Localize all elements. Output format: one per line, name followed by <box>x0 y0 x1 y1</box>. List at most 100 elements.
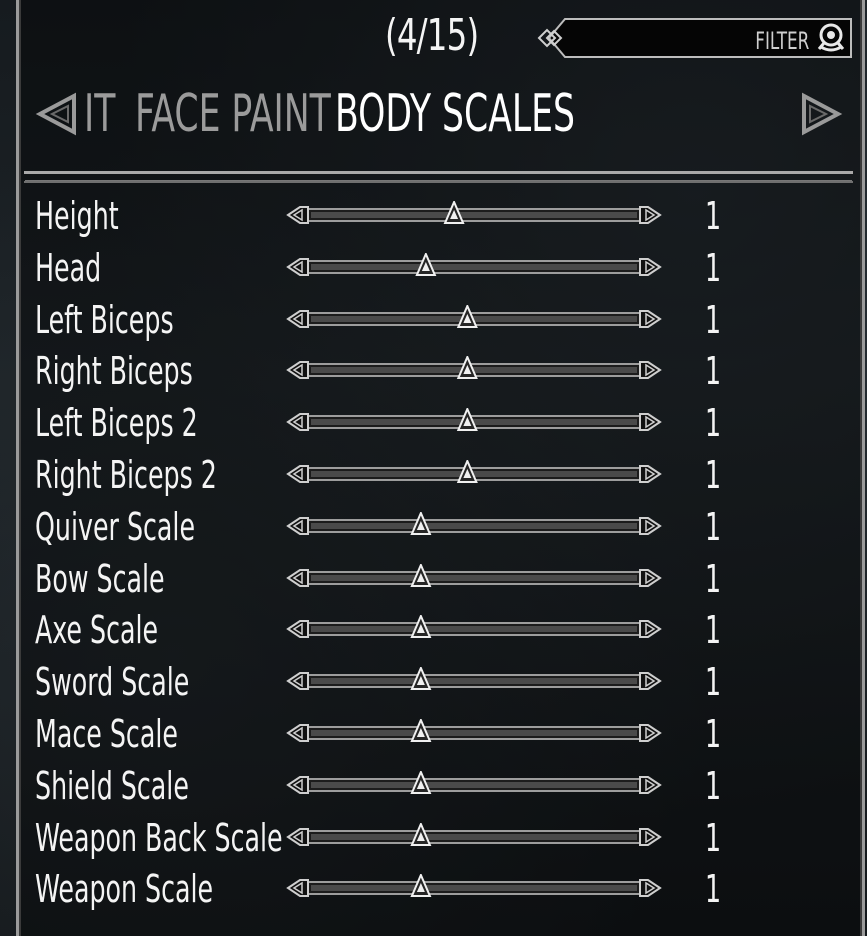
page-counter: (4/15) <box>385 10 479 61</box>
tab-body-scales[interactable]: BODY SCALES <box>335 84 575 144</box>
category-tabs: IT FACE PAINT BODY SCALES <box>32 84 852 146</box>
slider-track[interactable] <box>286 408 662 438</box>
slider-label: Axe Scale <box>35 608 159 653</box>
slider-value: 1 <box>705 815 722 860</box>
slider-label: Right Biceps <box>35 349 193 394</box>
slider-row: Weapon Scale 1 <box>0 863 867 915</box>
slider-label: Shield Scale <box>35 763 189 808</box>
slider-row: Head 1 <box>0 242 867 294</box>
slider-track[interactable] <box>286 460 662 490</box>
header-divider-secondary <box>24 181 853 183</box>
decrease-arrow-icon[interactable] <box>286 465 309 483</box>
decrease-arrow-icon[interactable] <box>286 206 309 224</box>
decrease-arrow-icon[interactable] <box>286 257 309 276</box>
slider-bar-inner <box>311 781 637 788</box>
decrease-arrow-icon[interactable] <box>286 724 309 742</box>
increase-arrow-icon[interactable] <box>639 309 662 328</box>
decrease-arrow-icon[interactable] <box>286 361 309 380</box>
slider-label: Bow Scale <box>35 556 165 601</box>
increase-arrow-icon[interactable] <box>639 775 662 794</box>
decrease-arrow-icon[interactable] <box>286 620 309 639</box>
header-divider <box>24 171 853 174</box>
slider-value: 1 <box>705 245 722 290</box>
slider-label: Weapon Scale <box>35 867 214 912</box>
increase-arrow-icon[interactable] <box>639 465 662 483</box>
decrease-arrow-icon[interactable] <box>286 413 309 432</box>
increase-arrow-icon[interactable] <box>639 413 662 432</box>
slider-track[interactable] <box>286 770 662 801</box>
slider-bar-inner <box>311 833 637 840</box>
slider-label: Height <box>35 194 119 238</box>
decrease-arrow-icon[interactable] <box>286 827 309 846</box>
slider-track[interactable] <box>286 822 662 853</box>
slider-track[interactable] <box>286 874 662 904</box>
slider-row: Left Biceps 2 1 <box>0 397 867 449</box>
slider-bar-inner <box>311 212 637 218</box>
slider-label: Quiver Scale <box>35 504 196 549</box>
slider-value: 1 <box>705 712 722 756</box>
decrease-arrow-icon[interactable] <box>286 568 309 587</box>
slider-bar-inner <box>311 263 637 270</box>
slider-track[interactable] <box>286 511 662 542</box>
increase-arrow-icon[interactable] <box>639 206 662 224</box>
increase-arrow-icon[interactable] <box>639 827 662 846</box>
slider-bar-inner <box>311 885 637 892</box>
chevron-right-icon[interactable] <box>800 92 844 136</box>
slider-track[interactable] <box>286 719 662 749</box>
tab-previous-category[interactable]: IT <box>84 84 115 144</box>
increase-arrow-icon[interactable] <box>639 620 662 639</box>
increase-arrow-icon[interactable] <box>639 879 662 898</box>
chevron-left-icon[interactable] <box>34 92 78 136</box>
slider-bar-inner <box>311 678 637 685</box>
slider-bar-inner <box>311 730 637 736</box>
slider-bar-inner <box>311 522 637 529</box>
slider-row: Axe Scale 1 <box>0 604 867 656</box>
increase-arrow-icon[interactable] <box>639 361 662 380</box>
slider-value: 1 <box>705 608 722 653</box>
increase-arrow-icon[interactable] <box>639 724 662 742</box>
slider-label: Mace Scale <box>35 712 178 756</box>
slider-label: Left Biceps 2 <box>35 401 198 446</box>
slider-value: 1 <box>705 453 722 497</box>
slider-label: Weapon Back Scale <box>35 815 283 860</box>
slider-label: Head <box>35 245 102 290</box>
slider-value: 1 <box>705 867 722 912</box>
slider-label: Sword Scale <box>35 660 190 705</box>
filter-box[interactable]: FILTER <box>535 17 853 59</box>
increase-arrow-icon[interactable] <box>639 672 662 691</box>
decrease-arrow-icon[interactable] <box>286 309 309 328</box>
decrease-arrow-icon[interactable] <box>286 672 309 691</box>
slider-row: Weapon Back Scale 1 <box>0 812 867 864</box>
slider-value: 1 <box>705 349 722 394</box>
filter-label: FILTER <box>754 27 809 55</box>
slider-label: Left Biceps <box>35 297 174 342</box>
slider-row: Sword Scale 1 <box>0 656 867 708</box>
slider-value: 1 <box>705 660 722 705</box>
slider-value: 1 <box>705 401 722 446</box>
tab-face-paint[interactable]: FACE PAINT <box>135 84 331 144</box>
increase-arrow-icon[interactable] <box>639 568 662 587</box>
slider-value: 1 <box>705 504 722 549</box>
decrease-arrow-icon[interactable] <box>286 775 309 794</box>
slider-value: 1 <box>705 763 722 808</box>
slider-track[interactable] <box>286 304 662 335</box>
slider-track[interactable] <box>286 667 662 697</box>
search-icon[interactable] <box>815 21 847 53</box>
slider-value: 1 <box>705 556 722 601</box>
decrease-arrow-icon[interactable] <box>286 516 309 535</box>
slider-label: Right Biceps 2 <box>35 453 217 497</box>
slider-track[interactable] <box>286 563 662 594</box>
slider-track[interactable] <box>286 356 662 386</box>
slider-track[interactable] <box>286 201 662 231</box>
slider-row: Height 1 <box>0 190 867 242</box>
slider-row: Right Biceps 1 <box>0 345 867 397</box>
slider-track[interactable] <box>286 615 662 645</box>
decrease-arrow-icon[interactable] <box>286 879 309 898</box>
slider-track[interactable] <box>286 252 662 283</box>
slider-row: Right Biceps 2 1 <box>0 449 867 501</box>
slider-bar-inner <box>311 574 637 581</box>
slider-row: Quiver Scale 1 <box>0 501 867 553</box>
slider-row: Left Biceps 1 <box>0 294 867 346</box>
increase-arrow-icon[interactable] <box>639 257 662 276</box>
increase-arrow-icon[interactable] <box>639 516 662 535</box>
